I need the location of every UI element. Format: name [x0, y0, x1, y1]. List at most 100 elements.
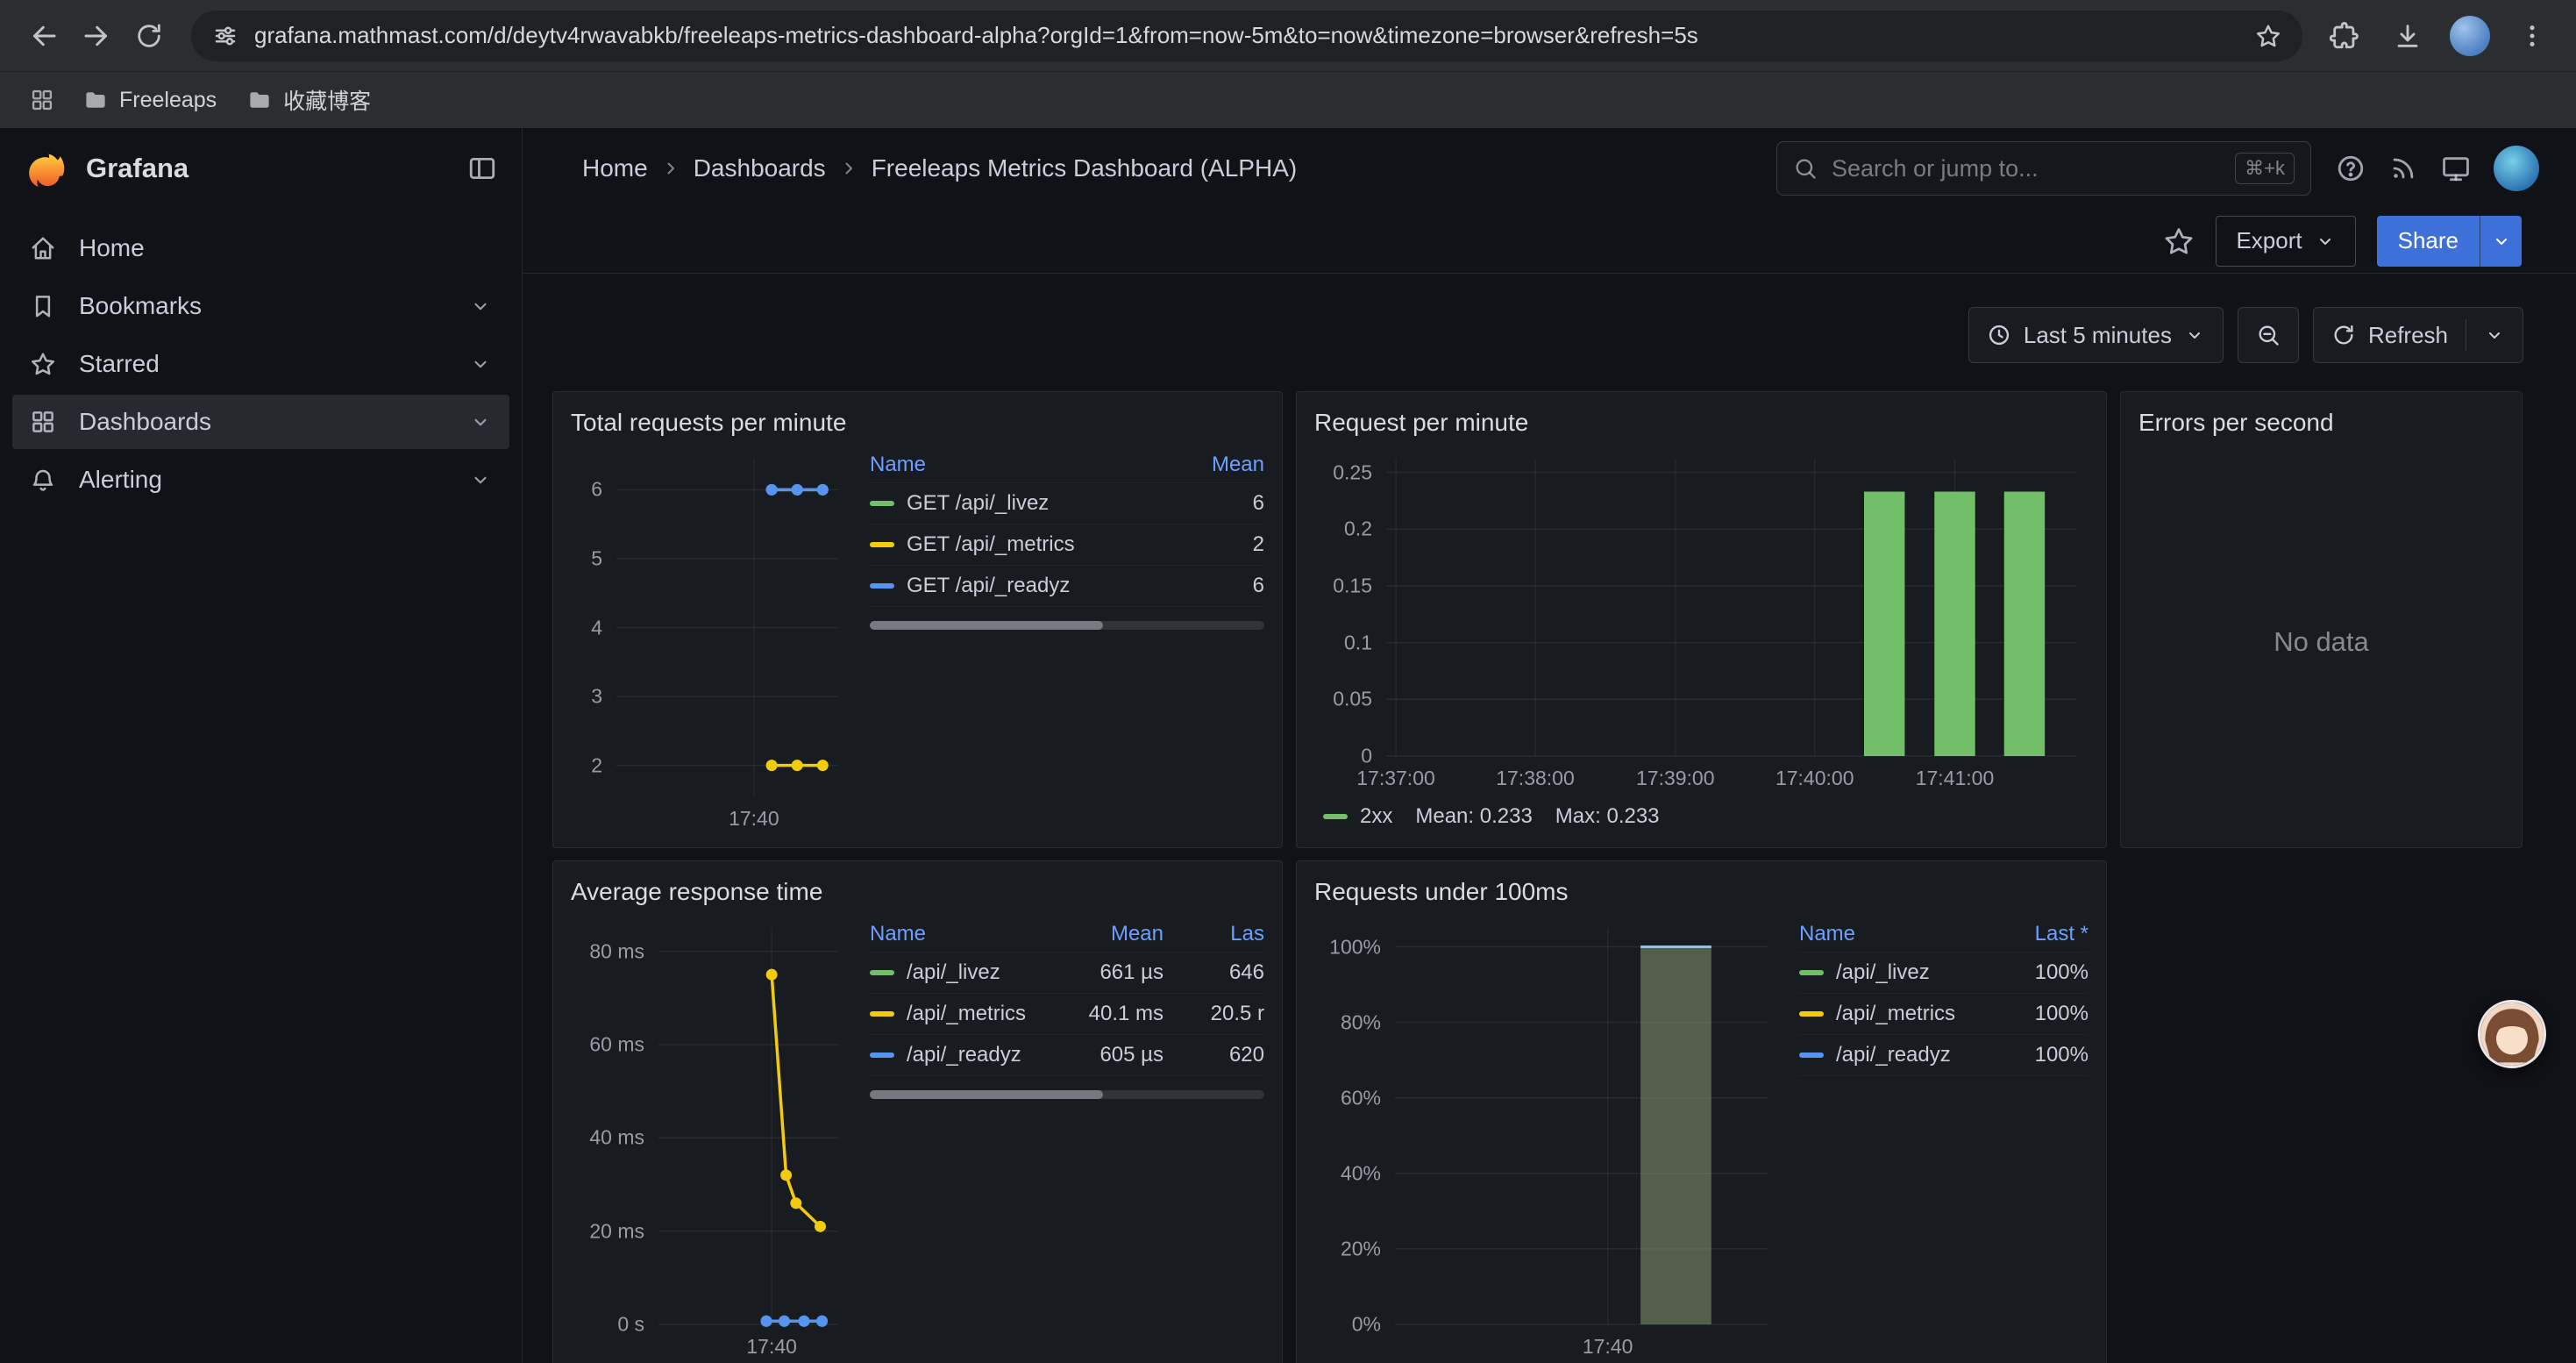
grafana-logo-icon[interactable] — [25, 147, 67, 189]
x-tick-label: 17:40:00 — [1775, 767, 1854, 790]
avatar-image — [2480, 1003, 2544, 1066]
legend-column-header[interactable]: Mean — [1163, 453, 1264, 477]
sidebar-item-dashboards[interactable]: Dashboards — [12, 395, 509, 449]
breadcrumb-home[interactable]: Home — [582, 154, 648, 182]
x-tick-label: 17:39:00 — [1636, 767, 1715, 790]
chevron-down-icon[interactable] — [469, 295, 492, 318]
downloads-button[interactable] — [2381, 10, 2434, 62]
browser-profile-avatar[interactable] — [2450, 16, 2490, 56]
export-button[interactable]: Export — [2216, 216, 2355, 267]
browser-menu-button[interactable] — [2506, 10, 2558, 62]
panel-title[interactable]: Request per minute — [1314, 403, 2089, 446]
share-menu-button[interactable] — [2480, 216, 2522, 267]
legend-table: NameLast */api/_livez100%/api/_metrics10… — [1799, 916, 2089, 1363]
bookmark-star-icon[interactable] — [2255, 23, 2281, 49]
share-split-button: Share — [2377, 216, 2522, 267]
sidebar-item-starred[interactable]: Starred — [12, 337, 509, 391]
brand-name[interactable]: Grafana — [86, 153, 448, 184]
series-color-swatch — [1323, 814, 1348, 819]
grafana-app: Grafana Home Bookmarks Starred — [0, 128, 2576, 1363]
y-tick-label: 2 — [571, 753, 602, 777]
legend-row[interactable]: /api/_metrics40.1 ms20.5 r — [870, 994, 1264, 1035]
refresh-button[interactable]: Refresh — [2313, 307, 2523, 363]
y-tick-label: 4 — [571, 616, 602, 639]
help-icon[interactable] — [2336, 153, 2366, 183]
main-area: Home Dashboards Freeleaps Metrics Dashbo… — [523, 128, 2576, 1363]
no-data-message: No data — [2274, 626, 2369, 658]
chevron-down-icon[interactable] — [469, 353, 492, 375]
panel-title[interactable]: Total requests per minute — [571, 403, 1264, 446]
back-button[interactable] — [18, 10, 70, 62]
panel-title[interactable]: Requests under 100ms — [1314, 872, 2089, 916]
site-settings-icon[interactable] — [212, 23, 238, 49]
panel-request-per-minute: Request per minute 0.250.20.150.10.05017… — [1296, 391, 2107, 848]
y-tick-label: 60% — [1314, 1086, 1381, 1110]
series-color-swatch — [870, 501, 894, 506]
sidebar-item-label: Dashboards — [79, 408, 211, 436]
news-rss-icon[interactable] — [2388, 153, 2418, 183]
chevron-right-icon — [838, 158, 859, 179]
share-button[interactable]: Share — [2377, 216, 2480, 267]
user-avatar[interactable] — [2494, 146, 2539, 191]
floating-assistant-avatar[interactable] — [2478, 1000, 2546, 1068]
series-color-swatch — [870, 970, 894, 975]
zoom-out-button[interactable] — [2238, 307, 2299, 363]
legend-row[interactable]: /api/_livez100% — [1799, 953, 2089, 994]
dashboard-action-bar: Export Share — [523, 209, 2576, 274]
apps-grid-button[interactable] — [21, 79, 63, 121]
sidebar-item-bookmarks[interactable]: Bookmarks — [12, 279, 509, 333]
sidebar-item-home[interactable]: Home — [12, 221, 509, 275]
url-bar[interactable]: grafana.mathmast.com/d/deytv4rwavabkb/fr… — [191, 11, 2302, 61]
time-range-picker[interactable]: Last 5 minutes — [1968, 307, 2224, 363]
legend-series-label[interactable]: 2xx — [1360, 804, 1392, 829]
reload-button[interactable] — [123, 10, 175, 62]
y-tick-label: 100% — [1314, 935, 1381, 959]
legend-row[interactable]: /api/_readyz605 µs620 — [870, 1035, 1264, 1076]
chevron-down-icon — [2184, 325, 2205, 346]
x-tick-label: 17:41:00 — [1916, 767, 1995, 790]
sidebar-nav: Home Bookmarks Starred Dashboards — [0, 209, 522, 519]
legend-row[interactable]: /api/_metrics100% — [1799, 994, 2089, 1035]
clock-icon — [1987, 323, 2011, 347]
sidebar: Grafana Home Bookmarks Starred — [0, 128, 523, 1363]
chevron-down-icon[interactable] — [2484, 325, 2505, 346]
x-tick-label: 17:37:00 — [1356, 767, 1435, 790]
legend-column-header[interactable]: Mean — [1063, 922, 1163, 946]
sidebar-item-alerting[interactable]: Alerting — [12, 453, 509, 507]
search-input[interactable]: Search or jump to... ⌘+k — [1776, 141, 2311, 196]
share-label: Share — [2398, 227, 2459, 254]
legend-scrollbar[interactable] — [870, 621, 1264, 630]
panel-requests-under-100ms: Requests under 100ms 100%80%60%40%20%0%1… — [1296, 860, 2107, 1363]
chart-average-response-time: 80 ms60 ms40 ms20 ms0 s17:40 — [571, 916, 850, 1363]
legend-header: NameLast * — [1799, 916, 2089, 953]
collapse-sidebar-icon[interactable] — [467, 153, 497, 183]
bookmark-folder-freeleaps[interactable]: Freeleaps — [72, 82, 227, 118]
y-tick-label: 0 s — [571, 1313, 644, 1337]
panel-average-response-time: Average response time 80 ms60 ms40 ms20 … — [552, 860, 1283, 1363]
bookmark-folder-blogs[interactable]: 收藏博客 — [236, 79, 381, 121]
panel-grid: Total requests per minute 6543217:40 Nam… — [552, 391, 2523, 1363]
legend-row[interactable]: GET /api/_metrics2 — [870, 525, 1264, 566]
reload-icon — [134, 21, 164, 51]
legend-row[interactable]: GET /api/_livez6 — [870, 483, 1264, 525]
chevron-right-icon — [660, 158, 681, 179]
legend-column-header[interactable]: Las — [1163, 922, 1264, 946]
search-icon — [1793, 156, 1818, 181]
extensions-button[interactable] — [2318, 10, 2371, 62]
legend-scrollbar[interactable] — [870, 1090, 1264, 1099]
legend-column-header[interactable]: Last * — [1988, 922, 2089, 946]
forward-button[interactable] — [70, 10, 123, 62]
favorite-star-icon[interactable] — [2163, 225, 2195, 257]
legend-row[interactable]: GET /api/_readyz6 — [870, 566, 1264, 607]
breadcrumb-dashboards[interactable]: Dashboards — [694, 154, 826, 182]
chevron-down-icon[interactable] — [469, 468, 492, 491]
panel-title[interactable]: Errors per second — [2138, 403, 2504, 446]
legend-row[interactable]: /api/_livez661 µs646 — [870, 953, 1264, 994]
monitor-icon[interactable] — [2441, 153, 2471, 183]
chevron-down-icon[interactable] — [469, 410, 492, 433]
sidebar-item-label: Home — [79, 234, 145, 262]
y-tick-label: 40% — [1314, 1161, 1381, 1185]
x-tick-label: 17:38:00 — [1496, 767, 1575, 790]
panel-title[interactable]: Average response time — [571, 872, 1264, 916]
legend-row[interactable]: /api/_readyz100% — [1799, 1035, 2089, 1076]
